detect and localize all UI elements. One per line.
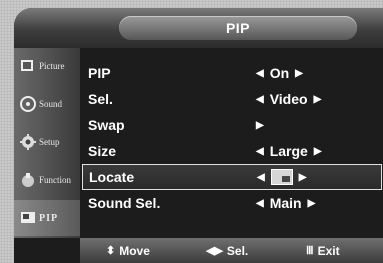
sidebar-item-label: Picture <box>39 61 65 71</box>
sidebar-item-label: PIP <box>39 212 59 224</box>
menu-row-value: ▶ <box>256 120 264 131</box>
right-arrow-icon: ▶ <box>256 119 264 131</box>
sidebar-item-label: Function <box>39 175 72 185</box>
function-icon <box>18 170 38 190</box>
menu-row-sound-sel[interactable]: Sound Sel. ◀ Main ▶ <box>80 190 383 216</box>
sidebar-item-label: Sound <box>39 99 63 109</box>
exit-label: Exit <box>317 243 340 258</box>
menu-row-label: Swap <box>88 117 125 133</box>
pip-icon <box>18 208 38 228</box>
left-arrow-icon: ◀ <box>256 93 264 105</box>
menu-title: PIP <box>225 20 251 36</box>
right-arrow-icon: ▶ <box>298 171 307 183</box>
setup-icon <box>18 132 38 152</box>
value-text: On <box>269 65 290 81</box>
menu-row-locate[interactable]: Locate ◀ ▶ <box>82 164 382 190</box>
menu-content: PIP ◀ On ▶ Sel. ◀ Video ▶ Swap ▶ Size ◀ … <box>80 48 383 238</box>
sidebar-item-picture[interactable]: Picture <box>14 48 80 84</box>
picture-icon <box>18 56 38 76</box>
menu-row-sel[interactable]: Sel. ◀ Video ▶ <box>80 86 383 112</box>
menu-row-swap[interactable]: Swap ▶ <box>80 112 383 138</box>
left-arrow-icon: ◀ <box>256 67 264 79</box>
menu-row-size[interactable]: Size ◀ Large ▶ <box>80 138 383 164</box>
menu-row-value: ◀ Large ▶ <box>256 143 322 159</box>
exit-hint: Ⅲ Exit <box>306 244 340 258</box>
sidebar-item-setup[interactable]: Setup <box>14 124 80 160</box>
menu-row-label: Sound Sel. <box>88 195 161 211</box>
value-text: Large <box>269 143 308 159</box>
menu-row-label: Locate <box>89 169 135 185</box>
menu-key-icon: Ⅲ <box>306 245 314 257</box>
right-arrow-icon: ▶ <box>313 145 322 157</box>
right-arrow-icon: ▶ <box>307 197 316 209</box>
menu-row-value: ◀ Main ▶ <box>256 195 315 211</box>
footer-bar: ⬍ Move ◀▶ Sel. Ⅲ Exit <box>80 238 383 263</box>
sel-label: Sel. <box>226 243 249 258</box>
select-hint: ◀▶ Sel. <box>206 244 248 258</box>
right-arrow-icon: ▶ <box>295 67 303 79</box>
locate-position-icon <box>270 169 293 185</box>
left-arrow-icon: ◀ <box>257 171 265 183</box>
osd-menu-screen: PIP Picture Sound Setup Function PIP PIP… <box>14 8 383 263</box>
sidebar-item-label: Setup <box>39 137 60 147</box>
up-down-arrows-icon: ⬍ <box>106 245 116 257</box>
menu-row-value: ◀ On ▶ <box>256 65 303 81</box>
title-bar: PIP <box>14 8 383 48</box>
sidebar-item-sound[interactable]: Sound <box>14 86 80 122</box>
move-label: Move <box>119 243 150 258</box>
sound-icon <box>18 94 38 114</box>
left-arrow-icon: ◀ <box>256 197 264 209</box>
value-text: Main <box>269 195 302 211</box>
left-arrow-icon: ◀ <box>256 145 264 157</box>
sidebar: Picture Sound Setup Function PIP <box>14 48 80 238</box>
menu-row-label: Sel. <box>88 91 113 107</box>
value-text: Video <box>269 91 308 107</box>
menu-row-value: ◀ Video ▶ <box>256 91 321 107</box>
menu-row-label: Size <box>88 143 117 159</box>
right-arrow-icon: ▶ <box>313 93 322 105</box>
menu-row-value: ◀ ▶ <box>257 169 306 185</box>
menu-row-label: PIP <box>88 65 111 81</box>
sidebar-item-pip[interactable]: PIP <box>14 200 80 236</box>
left-right-arrows-icon: ◀▶ <box>206 245 223 257</box>
sidebar-item-function[interactable]: Function <box>14 162 80 198</box>
menu-row-pip[interactable]: PIP ◀ On ▶ <box>80 60 383 86</box>
move-hint: ⬍ Move <box>106 244 150 258</box>
